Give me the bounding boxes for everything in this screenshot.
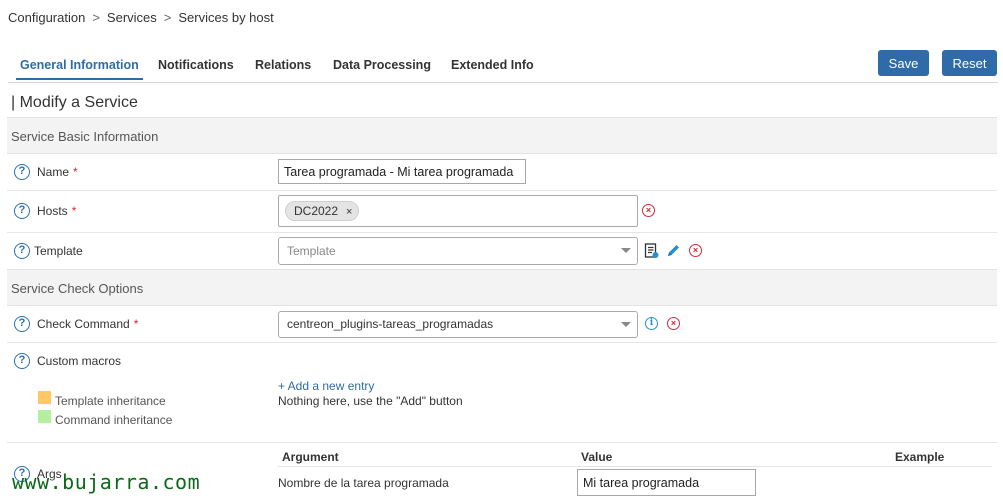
reset-button[interactable]: Reset (942, 50, 997, 76)
help-question-icon[interactable]: ? (14, 353, 30, 369)
remove-circle-icon[interactable]: × (689, 244, 702, 257)
help-question-icon[interactable]: ? (14, 203, 30, 219)
page-title: | Modify a Service (11, 94, 138, 111)
template-label: Template (34, 244, 83, 258)
hosts-multiselect[interactable]: DC2022 × (278, 195, 638, 227)
args-header-value: Value (581, 450, 613, 464)
tab-notifications[interactable]: Notifications (158, 58, 234, 72)
pencil-icon[interactable] (666, 243, 681, 261)
check-command-select[interactable]: centreon_plugins-tareas_programadas (278, 311, 638, 338)
breadcrumb-services[interactable]: Services (107, 10, 157, 25)
row-divider (7, 342, 997, 343)
legend-template-inheritance: Template inheritance (55, 394, 166, 408)
empty-macros-text: Nothing here, use the "Add" button (278, 394, 463, 408)
template-select[interactable]: Template (278, 237, 638, 265)
args-header-argument: Argument (282, 450, 339, 464)
breadcrumb-services-by-host[interactable]: Services by host (178, 10, 273, 25)
help-question-icon[interactable]: ? (14, 316, 30, 332)
add-new-entry-link[interactable]: + Add a new entry (278, 379, 374, 393)
row-divider (7, 190, 997, 191)
tab-extended-info[interactable]: Extended Info (451, 58, 534, 72)
help-question-icon[interactable]: ? (14, 164, 30, 180)
template-placeholder: Template (287, 244, 336, 258)
legend-swatch-template (38, 391, 51, 404)
tab-data-processing[interactable]: Data Processing (333, 58, 431, 72)
args-row-value-input[interactable] (577, 469, 756, 496)
args-header-divider (278, 466, 992, 467)
row-divider (7, 442, 997, 443)
breadcrumb-separator: > (163, 10, 172, 25)
info-circle-icon[interactable]: i (645, 317, 658, 330)
tab-general-information[interactable]: General Information (16, 58, 143, 80)
section-header-basic: Service Basic Information (7, 117, 997, 154)
legend-command-inheritance: Command inheritance (55, 413, 173, 427)
save-button[interactable]: Save (878, 50, 929, 76)
remove-circle-icon[interactable]: × (642, 204, 655, 217)
args-row-argument: Nombre de la tarea programada (278, 476, 449, 490)
chip-remove-icon[interactable]: × (346, 206, 352, 218)
watermark: www.bujarra.com (12, 470, 201, 494)
legend-swatch-command (38, 410, 51, 423)
name-input[interactable] (278, 159, 526, 184)
help-question-icon[interactable]: ? (14, 243, 30, 259)
check-command-label: Check Command * (37, 317, 139, 331)
custom-macros-label: Custom macros (37, 354, 122, 368)
breadcrumb-configuration[interactable]: Configuration (8, 10, 85, 25)
chevron-down-icon (621, 322, 631, 327)
args-header-example: Example (895, 450, 945, 464)
check-command-value: centreon_plugins-tareas_programadas (287, 317, 494, 331)
host-chip-dc2022: DC2022 × (285, 201, 360, 221)
chevron-down-icon (621, 248, 631, 253)
remove-circle-icon[interactable]: × (667, 317, 680, 330)
name-label: Name * (37, 165, 78, 179)
section-header-check: Service Check Options (7, 269, 997, 306)
row-divider (7, 232, 997, 233)
breadcrumb-separator: > (92, 10, 100, 25)
tab-relations[interactable]: Relations (255, 58, 311, 72)
breadcrumb: Configuration > Services > Services by host (8, 10, 274, 25)
view-template-icon[interactable] (644, 243, 660, 262)
hosts-label: Hosts * (37, 204, 77, 218)
form-tabs: General Information Notifications Relati… (8, 50, 998, 83)
